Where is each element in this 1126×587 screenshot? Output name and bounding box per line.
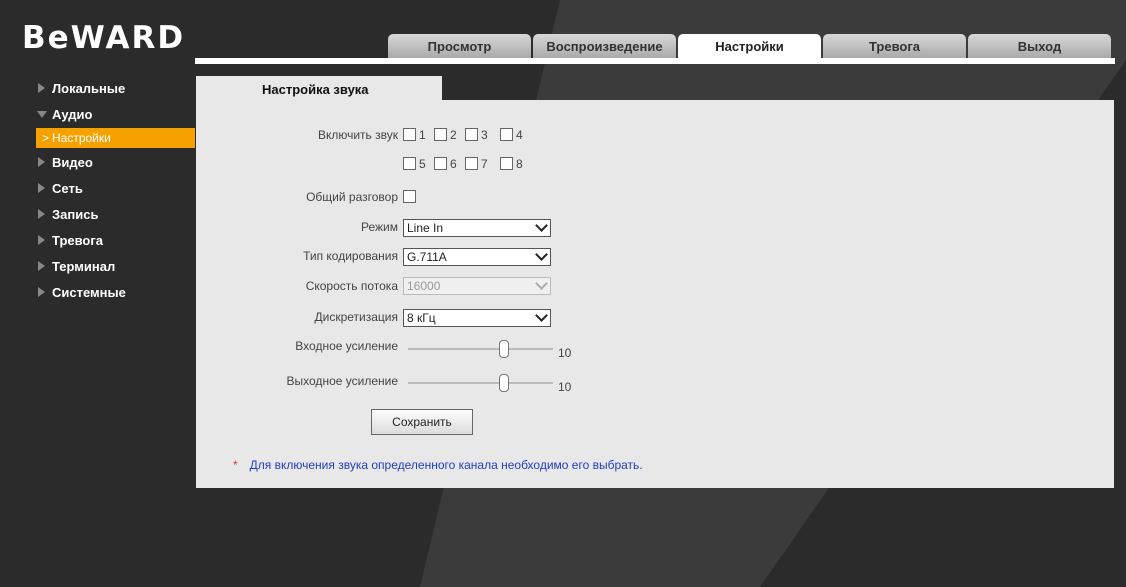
arrow-right-icon [38,209,45,219]
sidebar-item-alarm[interactable]: Тревога [36,232,196,258]
chevron-down-icon [535,248,548,261]
output-gain-slider-handle[interactable] [499,374,509,392]
sampling-value: 8 кГц [407,311,436,325]
required-star: * [233,458,238,472]
sidebar-item-video[interactable]: Видео [36,154,196,180]
sidebar-item-local[interactable]: Локальные [36,80,196,106]
channel-6-label: 6 [450,157,457,171]
channel-5-label: 5 [419,157,426,171]
chevron-down-icon [535,309,548,322]
sidebar-item-record[interactable]: Запись [36,206,196,232]
channel-2-checkbox[interactable] [434,128,447,141]
arrow-right-icon [38,235,45,245]
sidebar: Локальные Аудио > Настройки Видео Сеть За… [36,80,196,310]
tab-exit[interactable]: Выход [968,34,1111,58]
channel-3-checkbox[interactable] [465,128,478,141]
channel-7-label: 7 [481,157,488,171]
tab-underline [195,58,1115,64]
tab-view[interactable]: Просмотр [388,34,531,58]
bitrate-label: Скорость потока [305,279,398,293]
sampling-select[interactable]: 8 кГц [403,309,551,327]
channel-5-checkbox[interactable] [403,157,416,170]
beward-logo: BeWARD [22,20,186,56]
sidebar-item-network[interactable]: Сеть [36,180,196,206]
top-tabs: Просмотр Воспроизведение Настройки Трево… [388,34,1113,58]
input-gain-label: Входное усиление [295,339,398,353]
settings-panel [196,100,1114,488]
hint-note: * Для включения звука определенного канал… [233,458,643,472]
channel-6-checkbox[interactable] [434,157,447,170]
output-gain-track[interactable] [408,382,553,384]
chevron-down-icon [535,277,548,290]
sidebar-item-label: Запись [52,207,99,222]
channel-8-checkbox[interactable] [500,157,513,170]
tab-alarm[interactable]: Тревога [823,34,966,58]
panel-title: Настройка звука [262,82,369,97]
sidebar-item-label: Системные [52,285,126,300]
sidebar-item-label: Тревога [52,233,104,248]
channel-2-label: 2 [450,128,457,142]
mode-label: Режим [361,220,398,234]
channel-8-label: 8 [516,157,523,171]
channel-3-label: 3 [481,128,488,142]
channel-1-label: 1 [419,128,426,142]
save-button[interactable]: Сохранить [371,409,473,435]
encoding-label: Тип кодирования [303,249,398,263]
channel-1-checkbox[interactable] [403,128,416,141]
common-talk-label: Общий разговор [306,190,398,204]
arrow-right-icon [38,261,45,271]
hint-text: Для включения звука определенного канала… [249,458,643,472]
sidebar-item-label: Аудио [52,107,93,122]
channel-4-label: 4 [516,128,523,142]
output-gain-value: 10 [558,380,572,394]
mode-value: Line In [407,221,444,235]
bitrate-select: 16000 [403,277,551,295]
sidebar-item-label: Настройки [52,131,111,145]
sidebar-item-system[interactable]: Системные [36,284,196,310]
sidebar-item-label: Видео [52,155,93,170]
channel-7-checkbox[interactable] [465,157,478,170]
arrow-right-icon [38,83,45,93]
sidebar-item-label: Локальные [52,81,126,96]
input-gain-track[interactable] [408,348,553,350]
input-gain-value: 10 [558,346,572,360]
mode-select[interactable]: Line In [403,219,551,237]
common-talk-checkbox[interactable] [403,190,416,203]
sidebar-item-label: Терминал [52,259,116,274]
input-gain-slider-handle[interactable] [499,340,509,358]
arrow-right-icon [38,157,45,167]
arrow-right-icon [38,183,45,193]
tab-playback[interactable]: Воспроизведение [533,34,676,58]
tab-settings[interactable]: Настройки [678,34,821,58]
chevron-down-icon [535,219,548,232]
encoding-value: G.711A [407,250,447,264]
encoding-select[interactable]: G.711A [403,248,551,266]
output-gain-label: Выходное усиление [286,374,398,388]
chevron-right-icon: > [42,131,50,145]
arrow-right-icon [38,287,45,297]
channel-4-checkbox[interactable] [500,128,513,141]
sidebar-item-terminal[interactable]: Терминал [36,258,196,284]
sampling-label: Дискретизация [314,310,398,324]
enable-sound-label: Включить звук [317,128,398,142]
sidebar-item-audio-settings[interactable]: > Настройки [36,128,195,148]
panel-title-tab: Настройка звука [196,76,442,100]
bitrate-value: 16000 [407,279,441,293]
arrow-down-icon [37,111,47,118]
sidebar-item-label: Сеть [52,181,83,196]
